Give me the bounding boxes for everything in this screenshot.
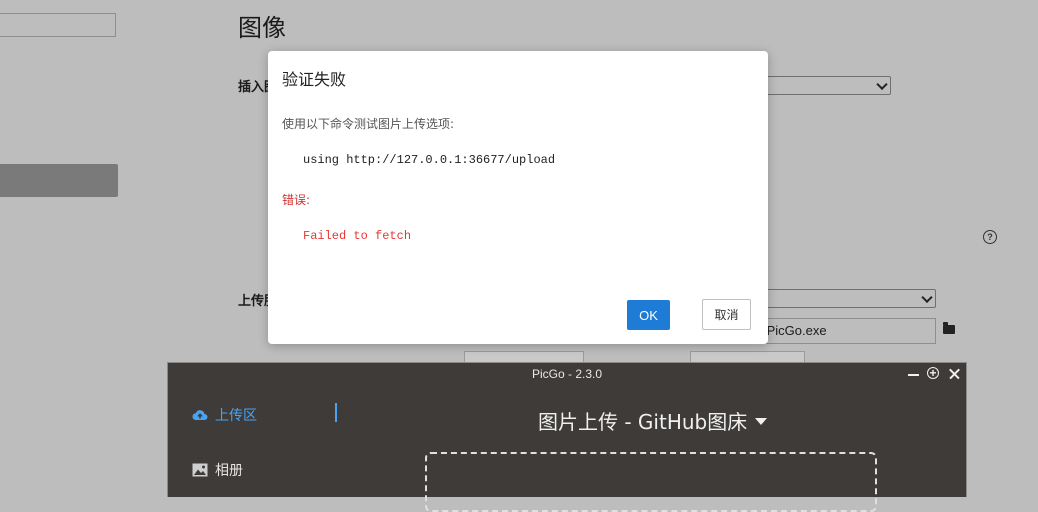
dialog-error-message: Failed to fetch xyxy=(303,229,412,243)
cloud-upload-icon xyxy=(192,410,208,421)
dialog-description: 使用以下命令测试图片上传选项: xyxy=(282,117,455,131)
dialog-error-label: 错误: xyxy=(282,193,311,207)
chevron-down-icon xyxy=(876,78,888,90)
caret-down-icon[interactable] xyxy=(755,418,768,425)
insert-image-select[interactable] xyxy=(760,76,891,95)
active-indicator xyxy=(335,403,337,422)
image-icon xyxy=(192,463,208,477)
folder-icon[interactable] xyxy=(943,322,955,334)
ok-button[interactable]: OK xyxy=(627,300,670,330)
validation-failed-dialog: 验证失败 使用以下命令测试图片上传选项: using http://127.0.… xyxy=(268,51,768,344)
add-circle-icon[interactable] xyxy=(926,365,942,383)
picgo-window: PicGo - 2.3.0 上传区 相册 图片上传 - GitHub图床 xyxy=(167,362,967,512)
sidebar-item-label: 相册 xyxy=(215,463,243,479)
cancel-button[interactable]: 取消 xyxy=(702,299,751,330)
settings-page-heading: 图像 xyxy=(238,14,286,42)
minimize-icon[interactable] xyxy=(906,365,922,383)
upload-area-heading[interactable]: 图片上传 - GitHub图床 xyxy=(538,406,768,435)
help-icon[interactable]: ? xyxy=(983,230,997,244)
sidebar-item-album[interactable]: 相册 xyxy=(192,460,243,480)
picgo-window-title: PicGo - 2.3.0 xyxy=(531,367,603,381)
dialog-command: using http://127.0.0.1:36677/upload xyxy=(303,153,556,167)
close-icon[interactable] xyxy=(947,365,963,383)
settings-sidebar-active-item[interactable] xyxy=(0,164,118,197)
upload-service-select[interactable] xyxy=(760,289,936,308)
sidebar-item-label: 上传区 xyxy=(215,408,257,424)
sidebar-item-upload[interactable]: 上传区 xyxy=(192,405,257,425)
settings-filter-input[interactable] xyxy=(0,13,116,37)
chevron-down-icon xyxy=(921,291,933,303)
dialog-title: 验证失败 xyxy=(282,70,347,89)
upload-dropzone[interactable] xyxy=(425,452,877,512)
